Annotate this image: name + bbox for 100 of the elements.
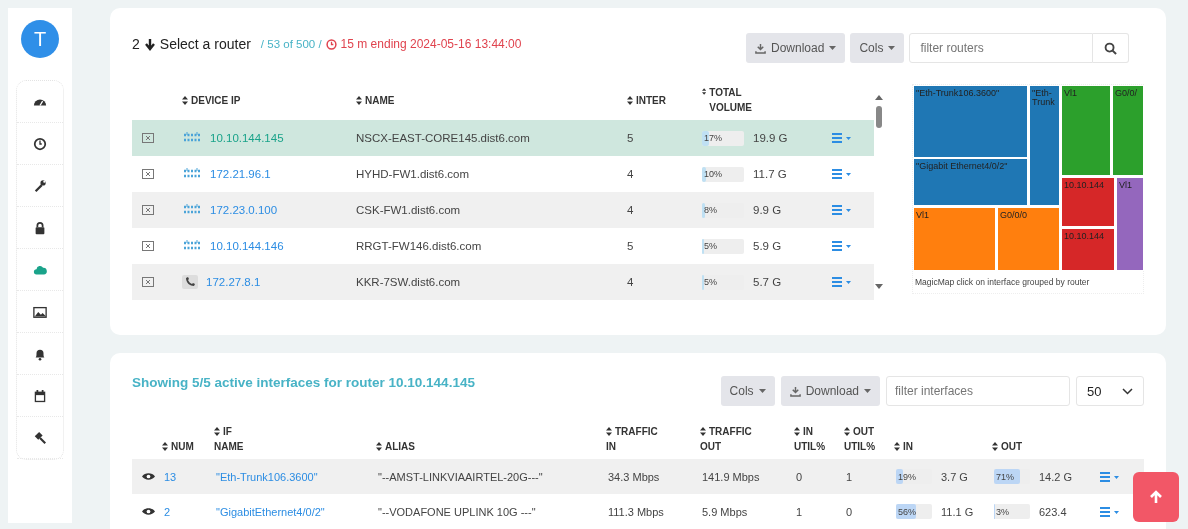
close-box-icon[interactable] <box>142 205 154 215</box>
in-utilization: 0 <box>795 470 804 483</box>
column-header[interactable]: TOTAL VOLUME <box>709 85 764 115</box>
in-volume: 11.1 G <box>941 505 974 518</box>
eye-icon[interactable] <box>141 472 155 481</box>
column-header[interactable]: OUT <box>853 424 875 439</box>
treemap-cell[interactable]: Vl1 <box>1061 85 1111 176</box>
column-header[interactable]: UTIL% <box>794 439 826 454</box>
column-header[interactable]: IF <box>223 424 232 439</box>
column-header[interactable]: INTER <box>636 92 666 108</box>
router-row[interactable]: 10.10.144.146 RRGT-FW146.dist6.com 5 5% 5.9 G <box>132 228 874 264</box>
out-volume-bar: 3% <box>994 504 1030 519</box>
search-button[interactable] <box>1093 33 1130 63</box>
total-volume: 5.7 G <box>753 276 782 288</box>
columns-button[interactable]: Cols <box>720 376 775 406</box>
treemap-cell[interactable]: G0/0/ <box>1112 85 1144 176</box>
router-row[interactable]: 172.21.96.1 HYHD-FW1.dist6.com 4 10% 11.7 G <box>132 156 874 192</box>
interface-name-link[interactable]: "GigabitEthernet4/0/2" <box>216 505 325 518</box>
download-button[interactable]: Download <box>746 33 846 63</box>
router-row[interactable]: 172.27.8.1 KKR-7SW.dist6.com 4 5% 5.7 G <box>132 264 874 300</box>
menu-dropdown[interactable] <box>832 205 852 215</box>
column-header[interactable]: NAME <box>214 439 244 454</box>
interface-count: 4 <box>626 168 635 180</box>
column-header[interactable]: DEVICE IP <box>191 92 241 108</box>
interface-alias: "--VODAFONE UPLINK 10G ---" <box>377 505 537 518</box>
total-volume: 11.7 G <box>753 168 787 180</box>
device-name: NSCX-EAST-CORE145.dist6.com <box>355 132 531 144</box>
in-volume: 3.7 G <box>941 470 968 483</box>
interface-count: 5 <box>626 132 635 144</box>
scroll-to-top-button[interactable] <box>1133 472 1179 522</box>
interface-count: 5 <box>626 240 635 252</box>
treemap-cell[interactable]: Vl1 <box>913 207 996 271</box>
close-box-icon[interactable] <box>142 169 154 179</box>
menu-dropdown[interactable] <box>1100 471 1120 482</box>
filter-field[interactable]: filter interfaces <box>886 376 1070 406</box>
sort-icon[interactable] <box>627 95 633 105</box>
sort-icon[interactable] <box>376 442 382 451</box>
time-period: 15 m ending 2024-05-16 13:44:00 <box>340 37 522 51</box>
column-header[interactable]: NUM <box>171 439 194 454</box>
close-box-icon[interactable] <box>142 241 154 251</box>
chevron-down-icon <box>1122 387 1133 395</box>
sort-icon[interactable] <box>700 427 706 436</box>
column-header[interactable]: IN <box>903 439 913 454</box>
interface-alias: "--AMST-LINKVIAAIRTEL-20G---" <box>377 470 544 483</box>
column-header[interactable]: UTIL% <box>844 439 876 454</box>
device-ip-link[interactable]: 10.10.144.146 <box>210 240 284 252</box>
page-size-select[interactable]: 50 <box>1076 376 1144 406</box>
menu-dropdown[interactable] <box>1100 506 1120 517</box>
sort-icon[interactable] <box>162 442 168 451</box>
sort-icon[interactable] <box>214 427 220 436</box>
sort-icon[interactable] <box>844 427 850 436</box>
column-header[interactable]: OUT <box>1001 439 1023 454</box>
device-name: RRGT-FW146.dist6.com <box>355 240 483 252</box>
menu-dropdown[interactable] <box>832 169 852 179</box>
device-ip-link[interactable]: 172.21.96.1 <box>210 168 271 180</box>
search-field[interactable]: filter routers <box>909 33 1094 63</box>
treemap-cell[interactable]: G0/0/0 <box>997 207 1060 271</box>
sort-icon[interactable] <box>702 87 707 96</box>
column-header[interactable]: TRAFFIC <box>709 424 752 439</box>
section-title: Showing 5/5 active interfaces for router 10.10.144.145 <box>132 375 475 390</box>
download-button[interactable]: Download <box>780 376 880 406</box>
sort-icon[interactable] <box>356 95 362 105</box>
column-header[interactable]: OUT <box>700 439 722 454</box>
interface-number-link[interactable]: 2 <box>164 505 171 518</box>
menu-dropdown[interactable] <box>832 241 852 251</box>
traffic-in: 111.3 Mbps <box>607 505 665 518</box>
interface-count: 4 <box>626 276 635 288</box>
traffic-out: 141.9 Mbps <box>701 470 761 483</box>
caret-icon <box>864 389 871 393</box>
sort-icon[interactable] <box>606 427 612 436</box>
menu-dropdown[interactable] <box>832 133 852 143</box>
arrow-up-icon <box>1149 490 1163 504</box>
router-row[interactable]: 172.23.0.100 CSK-FW1.dist6.com 4 8% 9.9 G <box>132 192 874 228</box>
sort-icon[interactable] <box>182 95 188 105</box>
menu-dropdown[interactable] <box>832 277 852 287</box>
switch-icon <box>182 132 202 144</box>
router-row[interactable]: 10.10.144.145 NSCX-EAST-CORE145.dist6.com 5 17% 19.9 G <box>132 120 874 156</box>
sort-icon[interactable] <box>992 442 998 451</box>
close-box-icon[interactable] <box>142 277 154 287</box>
in-volume-bar: 56% <box>896 504 932 519</box>
column-header[interactable]: TRAFFIC <box>615 424 658 439</box>
sort-icon[interactable] <box>794 427 800 436</box>
phone-icon <box>182 275 198 289</box>
sort-icon[interactable] <box>894 442 900 451</box>
volume-bar: 10% <box>702 166 744 182</box>
device-name: CSK-FW1.dist6.com <box>355 204 462 216</box>
download-icon <box>789 385 801 397</box>
close-box-icon[interactable] <box>142 133 154 143</box>
column-header[interactable]: NAME <box>365 92 395 108</box>
device-name: HYHD-FW1.dist6.com <box>355 168 471 180</box>
in-utilization: 1 <box>795 505 804 518</box>
eye-icon[interactable] <box>141 507 155 516</box>
columns-button[interactable]: Cols <box>850 33 905 63</box>
column-header[interactable]: ALIAS <box>385 439 415 454</box>
treemap-caption: MagicMap click on interface grouped by router <box>914 276 1091 287</box>
step-number: 2 <box>132 36 140 52</box>
column-header[interactable]: IN <box>803 424 813 439</box>
column-header[interactable]: IN <box>606 439 616 454</box>
search-icon <box>1104 41 1118 55</box>
treemap-cell[interactable]: Vl1 <box>1116 177 1144 271</box>
